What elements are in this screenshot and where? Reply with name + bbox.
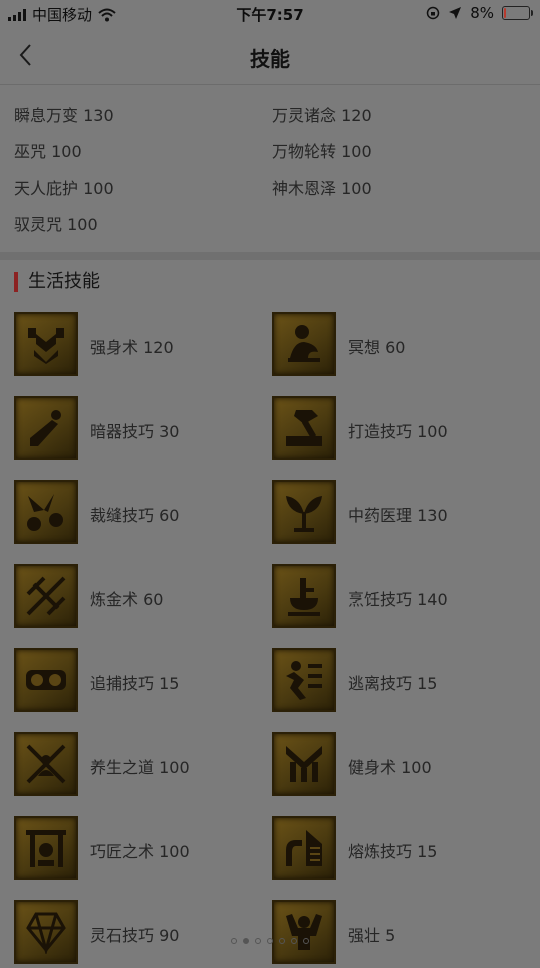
battery-percent: 8% bbox=[470, 4, 494, 22]
battery-icon bbox=[502, 6, 533, 20]
page-title: 技能 bbox=[250, 47, 290, 71]
escape-icon bbox=[272, 648, 336, 712]
life-skill-label: 巧匠之术 100 bbox=[90, 842, 190, 861]
life-skill-item[interactable]: 中药医理 130 bbox=[272, 480, 522, 548]
meditation-icon bbox=[272, 312, 336, 376]
page-dot[interactable] bbox=[267, 938, 273, 944]
life-skill-label: 炼金术 60 bbox=[90, 590, 164, 609]
health-icon bbox=[14, 732, 78, 796]
rotation-lock-icon bbox=[426, 6, 440, 20]
page-dot[interactable] bbox=[303, 938, 309, 944]
life-skill-item[interactable]: 健身术 100 bbox=[272, 732, 522, 800]
page-dot[interactable] bbox=[279, 938, 285, 944]
life-skill-item[interactable]: 追捕技巧 15 bbox=[14, 648, 264, 716]
stat-item: 神木恩泽 100 bbox=[272, 179, 372, 198]
life-skill-item[interactable]: 裁缝技巧 60 bbox=[14, 480, 264, 548]
life-skill-item[interactable]: 强身术 120 bbox=[14, 312, 264, 380]
life-skill-label: 冥想 60 bbox=[348, 338, 406, 357]
life-skill-label: 暗器技巧 30 bbox=[90, 422, 180, 441]
location-icon bbox=[449, 7, 462, 19]
life-skill-label: 中药医理 130 bbox=[348, 506, 448, 525]
life-skill-item[interactable]: 烹饪技巧 140 bbox=[272, 564, 522, 632]
page-dot[interactable] bbox=[243, 938, 249, 944]
stat-item: 巫咒 100 bbox=[14, 142, 82, 161]
life-skill-item[interactable]: 养生之道 100 bbox=[14, 732, 264, 800]
smelting-icon bbox=[272, 816, 336, 880]
stat-item: 瞬息万变 130 bbox=[14, 106, 114, 125]
life-skill-item[interactable]: 冥想 60 bbox=[272, 312, 522, 380]
shackle-icon bbox=[14, 648, 78, 712]
page-indicator bbox=[0, 938, 540, 944]
life-skill-label: 健身术 100 bbox=[348, 758, 432, 777]
life-skill-item[interactable]: 逃离技巧 15 bbox=[272, 648, 522, 716]
life-skill-label: 熔炼技巧 15 bbox=[348, 842, 438, 861]
life-skill-label: 强身术 120 bbox=[90, 338, 174, 357]
life-skill-item[interactable]: 灵石技巧 90 bbox=[14, 900, 264, 968]
hammer-icon bbox=[272, 396, 336, 460]
life-skill-item[interactable]: 暗器技巧 30 bbox=[14, 396, 264, 464]
dart-icon bbox=[14, 396, 78, 460]
stat-item: 万灵诸念 120 bbox=[272, 106, 372, 125]
section-title-life-skills: 生活技能 bbox=[14, 272, 100, 292]
page-dot[interactable] bbox=[255, 938, 261, 944]
strength-icon bbox=[14, 312, 78, 376]
life-skill-label: 逃离技巧 15 bbox=[348, 674, 438, 693]
life-skill-item[interactable]: 打造技巧 100 bbox=[272, 396, 522, 464]
stat-item: 驭灵咒 100 bbox=[14, 215, 98, 234]
cooking-icon bbox=[272, 564, 336, 628]
life-skill-label: 裁缝技巧 60 bbox=[90, 506, 180, 525]
page-dot[interactable] bbox=[291, 938, 297, 944]
crystal-icon bbox=[14, 900, 78, 964]
page-dot[interactable] bbox=[231, 938, 237, 944]
herb-icon bbox=[272, 480, 336, 544]
life-skill-item[interactable]: 炼金术 60 bbox=[14, 564, 264, 632]
life-skill-item[interactable]: 巧匠之术 100 bbox=[14, 816, 264, 884]
status-bar: 中国移动 下午7:57 8% bbox=[0, 0, 540, 28]
muscle-icon bbox=[272, 900, 336, 964]
life-skill-label: 打造技巧 100 bbox=[348, 422, 448, 441]
stat-item: 万物轮转 100 bbox=[272, 142, 372, 161]
fitness-icon bbox=[272, 732, 336, 796]
life-skill-label: 烹饪技巧 140 bbox=[348, 590, 448, 609]
life-skill-label: 追捕技巧 15 bbox=[90, 674, 180, 693]
nav-bar: 技能 bbox=[0, 28, 540, 85]
alchemy-icon bbox=[14, 564, 78, 628]
life-skill-label: 养生之道 100 bbox=[90, 758, 190, 777]
craftsman-icon bbox=[14, 816, 78, 880]
section-divider bbox=[0, 252, 540, 260]
scissors-icon bbox=[14, 480, 78, 544]
life-skill-item[interactable]: 熔炼技巧 15 bbox=[272, 816, 522, 884]
life-skill-item[interactable]: 强壮 5 bbox=[272, 900, 522, 968]
stat-item: 天人庇护 100 bbox=[14, 179, 114, 198]
